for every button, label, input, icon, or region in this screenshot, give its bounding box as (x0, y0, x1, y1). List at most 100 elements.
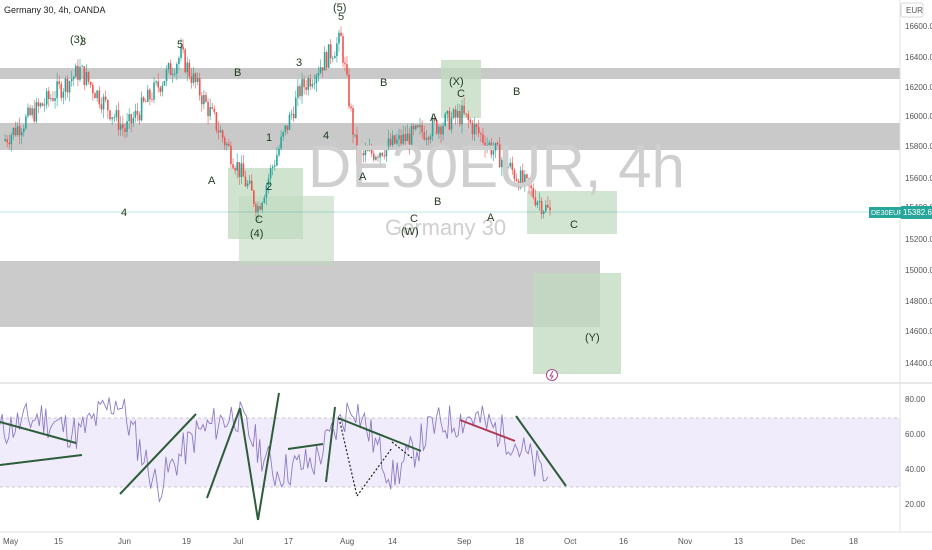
candle-body (81, 66, 83, 67)
candle-body (286, 125, 289, 130)
last-price-value: 15382.6 (903, 208, 932, 217)
price-tick: 16200.0 (905, 83, 932, 92)
candle-body (107, 99, 109, 111)
candle-body (31, 108, 33, 116)
candle-body (29, 107, 31, 116)
candle-body (149, 89, 151, 100)
candle-body (276, 155, 278, 166)
candle-body (171, 74, 174, 76)
candle-body (153, 82, 155, 100)
candle-body (85, 71, 88, 86)
candle-body (10, 135, 13, 145)
candle-body (278, 148, 280, 156)
wave-label-c-sep: C (570, 219, 578, 231)
candle-body (257, 206, 259, 213)
candle-body (242, 163, 245, 177)
rsi-pane (0, 392, 900, 521)
wave-label-x: (X) (449, 76, 464, 88)
candle-body (14, 127, 17, 136)
price-tick: 15000.0 (905, 266, 932, 275)
candle-body (64, 78, 67, 92)
candle-body (340, 32, 342, 37)
candle-body (124, 128, 126, 132)
candle-body (100, 104, 103, 110)
candle-body (163, 80, 166, 86)
candle-body (444, 113, 446, 126)
time-axis: May 15 Jun 19 Jul 17 Aug 14 Sep 18 Oct 1… (0, 531, 932, 546)
candle-body (201, 95, 203, 105)
candle-body (230, 145, 232, 165)
candle-body (327, 44, 330, 68)
candle-body (122, 124, 124, 129)
wave-label-5-may: 5 (177, 39, 183, 51)
candle-body (70, 78, 73, 82)
candle-body (319, 67, 322, 74)
candle-body (165, 69, 168, 81)
candle-body (467, 114, 470, 121)
candle-body (47, 91, 50, 100)
candle-body (290, 113, 293, 115)
candle-body (176, 63, 178, 74)
candle-body (205, 94, 207, 102)
candle-body (348, 74, 350, 107)
price-tick: 15200.0 (905, 235, 932, 244)
candle-body (117, 110, 120, 130)
candle-body (109, 110, 111, 120)
candle-body (246, 183, 249, 187)
candle-body (309, 78, 312, 87)
candle-body (138, 114, 141, 121)
price-tick: 14800.0 (905, 297, 932, 306)
time-tick: 15 (54, 537, 63, 546)
candle-body (547, 204, 549, 208)
candle-body (155, 81, 157, 83)
price-tick: 14600.0 (905, 327, 932, 336)
candle-body (132, 117, 135, 124)
candle-body (178, 58, 180, 64)
candle-body (8, 142, 11, 145)
rsi-tick: 80.00 (905, 395, 926, 404)
candle-body (151, 99, 153, 100)
wave-label-b-sep: B (513, 86, 520, 98)
candle-body (263, 197, 266, 203)
candle-body (238, 162, 241, 178)
time-tick: Oct (564, 537, 577, 546)
candle-body (115, 110, 118, 118)
wave-label-b-june: B (234, 67, 241, 79)
candle-body (288, 114, 291, 130)
candle-body (334, 56, 336, 59)
candle-body (542, 211, 545, 215)
candle-body (421, 125, 423, 133)
candle-body (104, 96, 107, 100)
candle-body (77, 65, 79, 80)
candle-body (457, 110, 459, 118)
wave-label-1: 1 (266, 132, 272, 144)
time-tick: 17 (284, 537, 293, 546)
candle-body (50, 98, 52, 100)
candle-body (311, 83, 314, 87)
candle-body (18, 126, 21, 136)
wave-label-c-aug: C (410, 213, 418, 225)
candle-body (147, 89, 149, 102)
candle-body (350, 106, 352, 109)
candle-body (211, 107, 214, 109)
candle-body (461, 105, 463, 125)
candle-body (412, 125, 415, 130)
candle-body (352, 108, 354, 135)
candle-body (12, 127, 15, 136)
candle-body (545, 204, 547, 212)
candle-body (167, 63, 170, 70)
candle-body (261, 202, 263, 210)
wave-label-a-june: A (208, 175, 216, 187)
candle-body (37, 102, 40, 107)
candle-body (259, 206, 261, 210)
candle-body (75, 65, 77, 77)
rsi-tick: 20.00 (905, 500, 926, 509)
dividend-event-icon[interactable] (546, 369, 558, 381)
price-tick: 16600.0 (905, 22, 932, 31)
support-zone-14900 (0, 261, 600, 327)
wave-label-c-x: C (457, 88, 465, 100)
candle-body (203, 94, 205, 105)
candle-body (94, 93, 96, 99)
wave-label-a-july: A (359, 171, 367, 183)
candle-body (325, 52, 328, 68)
